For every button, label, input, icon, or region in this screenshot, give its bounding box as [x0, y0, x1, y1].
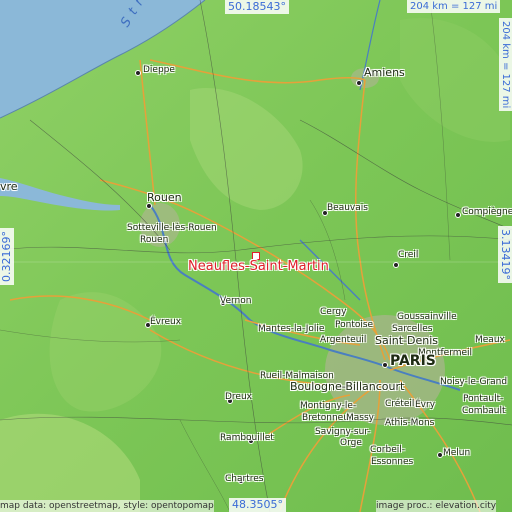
map-view[interactable]: S t r a Dieppe Amiens Rouen Sotteville-l… — [0, 0, 512, 512]
place-label: Amiens — [364, 66, 405, 79]
place-label: Compiègne — [462, 207, 512, 217]
attribution-left: map data: openstreetmap, style: opentopo… — [0, 500, 214, 512]
place-label: Rambouillet — [220, 433, 274, 443]
scale-vertical: 204 km = 127 mi — [499, 18, 512, 112]
coord-top-lat: 50.18543° — [225, 0, 289, 14]
coord-right-lon: 3.13419° — [498, 226, 512, 283]
place-label: vre — [0, 180, 18, 193]
place-label: Noisy-le-Grand — [440, 377, 508, 387]
place-label: Essonnes — [371, 457, 414, 467]
place-label: Créteil — [385, 399, 415, 409]
place-label: Mantes-la-Jolie — [258, 324, 325, 334]
place-label: Savigny-sur- — [315, 427, 371, 437]
place-label: Corbeil- — [370, 445, 405, 455]
place-label: Athis-Mons — [385, 418, 435, 428]
scale-horizontal: 204 km = 127 mi — [407, 0, 501, 13]
place-label: Melun — [443, 448, 471, 458]
place-label: Boulogne-Billancourt — [290, 380, 405, 393]
place-label: Dieppe — [143, 65, 175, 75]
place-label: Saint-Denis — [375, 334, 439, 347]
place-label: Évry — [415, 400, 436, 410]
place-label-capital: PARIS — [390, 353, 436, 369]
city-dot — [356, 80, 362, 86]
place-label: Goussainville — [397, 312, 457, 322]
city-dot — [393, 262, 399, 268]
place-label: Pontault- — [463, 394, 504, 404]
place-label: Sotteville-lès-Rouen — [127, 223, 217, 233]
place-label: Beauvais — [327, 203, 368, 213]
coord-left-lon: 0.32169° — [0, 228, 14, 285]
city-dot — [382, 362, 388, 368]
city-dot — [455, 212, 461, 218]
coord-bottom-lat: 48.3505° — [229, 498, 286, 512]
place-label: Combault — [462, 406, 506, 416]
place-label: Montigny-le- — [300, 401, 357, 411]
place-label: Évreux — [150, 317, 182, 327]
place-label: Sarcelles — [392, 324, 433, 334]
attribution-right: image proc.: elevation.city — [376, 500, 497, 512]
place-label: Chartres — [225, 474, 264, 484]
place-label: Argenteuil — [320, 335, 367, 345]
place-label: Meaux — [475, 335, 505, 345]
place-label: Creil — [398, 250, 419, 260]
place-label-rouen-line2: Rouen — [140, 235, 169, 245]
focus-place-label: Neaufles-Saint-Martin — [188, 259, 329, 274]
place-label: Dreux — [225, 392, 252, 402]
place-label: Rouen — [147, 191, 182, 204]
place-label: Vernon — [220, 296, 252, 306]
place-label: Orge — [340, 438, 362, 448]
place-label: Massy — [346, 413, 374, 423]
place-label: Pontoise — [335, 320, 374, 330]
place-label: Cergy — [320, 307, 347, 317]
city-dot — [135, 70, 141, 76]
